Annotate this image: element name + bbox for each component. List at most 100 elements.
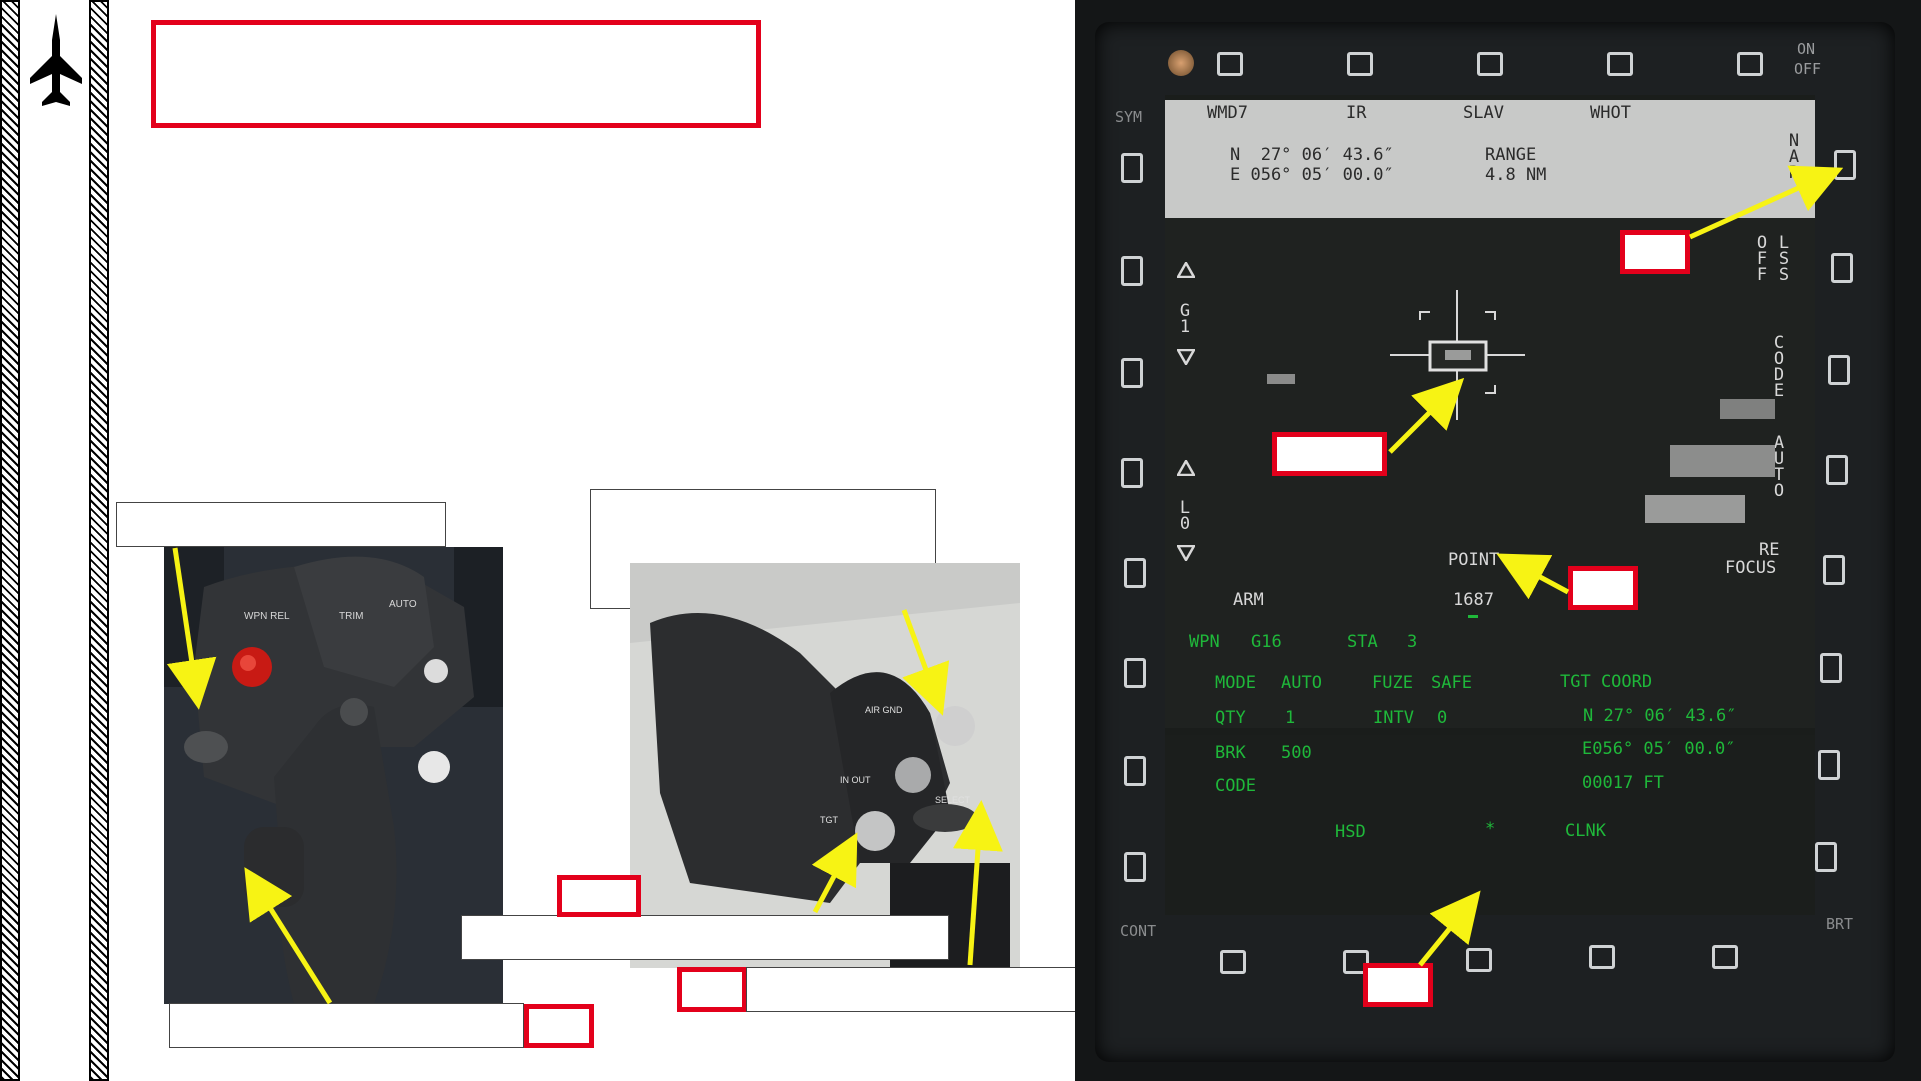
ownship-lon: E 056° 05′ 00.0″ <box>1230 165 1394 185</box>
range-value: 4.8 NM <box>1485 165 1547 185</box>
stick-airgnd-text: AIR GND <box>865 705 903 715</box>
point-label: POINT <box>1448 550 1500 570</box>
stick-tgt-text: TGT <box>820 815 838 825</box>
ownship-lat: N 27° 06′ 43.6″ <box>1230 145 1394 165</box>
sym-label: SYM <box>1115 108 1143 126</box>
code-side-label[interactable]: CODE <box>1772 335 1786 400</box>
target-vessel-1 <box>1720 399 1775 419</box>
brk-value: 500 <box>1281 743 1312 763</box>
osb-right-4[interactable] <box>1826 455 1848 485</box>
osb-left-3[interactable] <box>1121 358 1143 388</box>
off-label[interactable]: OFF <box>1755 235 1769 284</box>
knob-icon[interactable] <box>1168 50 1194 76</box>
qty-value: 1 <box>1285 708 1296 728</box>
osb-bottom-4[interactable] <box>1589 945 1615 969</box>
osb-left-6[interactable] <box>1124 658 1146 688</box>
tgt-coord-label: TGT COORD <box>1560 672 1653 692</box>
wpn-value: G16 <box>1251 632 1282 652</box>
fuze-label: FUZE <box>1372 673 1413 693</box>
left-hatch-rail <box>0 0 20 1081</box>
osb-top-3[interactable] <box>1477 52 1503 76</box>
g1-down-triangle-icon[interactable] <box>1177 349 1195 365</box>
target-vessel-small <box>1267 374 1295 384</box>
right-hatch-rail <box>89 0 109 1081</box>
osb-right-3[interactable] <box>1828 355 1850 385</box>
stick-select-text: SELECT <box>935 795 971 805</box>
jet-icon <box>30 14 82 106</box>
osb-bottom-5[interactable] <box>1712 945 1738 969</box>
osb-top-1[interactable] <box>1217 52 1243 76</box>
osb-left-2[interactable] <box>1121 256 1143 286</box>
off-label: OFF <box>1794 60 1822 78</box>
tgt-lon: E056° 05′ 00.0″ <box>1582 739 1736 759</box>
arm-label[interactable]: ARM <box>1233 590 1264 610</box>
osb-right-1[interactable] <box>1834 150 1856 180</box>
refocus-label-2[interactable]: FOCUS <box>1725 558 1776 578</box>
sta-label: STA <box>1347 632 1378 652</box>
intv-label: INTV <box>1373 708 1414 728</box>
on-label: ON <box>1797 40 1816 58</box>
intv-value: 0 <box>1437 708 1448 728</box>
osb-left-4[interactable] <box>1121 458 1143 488</box>
brt-label: BRT <box>1826 915 1854 933</box>
nar-label[interactable]: NAR <box>1787 133 1801 182</box>
throttle-photo: WPN REL TRIM AUTO <box>164 547 503 1004</box>
throttle-trim-text: TRIM <box>339 611 363 622</box>
star-label[interactable]: * <box>1485 819 1495 839</box>
throttle-caption-box <box>116 502 446 547</box>
l0-up-triangle-icon[interactable] <box>1177 460 1195 476</box>
lss-label[interactable]: LSS <box>1777 235 1791 284</box>
hsd-label[interactable]: HSD <box>1335 822 1366 842</box>
nar-callout <box>1620 230 1690 274</box>
osb-right-8[interactable] <box>1815 842 1837 872</box>
osb-right-2[interactable] <box>1831 253 1853 283</box>
osb-bottom-1[interactable] <box>1220 950 1246 974</box>
fuze-value: SAFE <box>1431 673 1472 693</box>
l0-label[interactable]: L0 <box>1178 500 1192 533</box>
osb-left-5[interactable] <box>1124 558 1146 588</box>
wmd7-label[interactable]: WMD7 <box>1207 103 1248 123</box>
osb-top-4[interactable] <box>1607 52 1633 76</box>
wpn-label: WPN <box>1189 632 1220 652</box>
range-label: RANGE <box>1485 145 1537 165</box>
tgt-lat: N 27° 06′ 43.6″ <box>1583 706 1737 726</box>
osb-bottom-3[interactable] <box>1466 948 1492 972</box>
throttle-wpnrel-text: WPN REL <box>244 611 290 622</box>
title-callout-box <box>151 20 761 128</box>
ir-label[interactable]: IR <box>1346 103 1366 123</box>
cont-label: CONT <box>1120 922 1157 940</box>
g1-up-triangle-icon[interactable] <box>1177 262 1195 278</box>
throttle-bottom-caption-box <box>169 1003 524 1048</box>
stick-inout-text: IN OUT <box>840 775 871 785</box>
osb-top-2[interactable] <box>1347 52 1373 76</box>
osb-left-1[interactable] <box>1121 153 1143 183</box>
throttle-auto-text: AUTO <box>389 599 417 610</box>
osb-right-5[interactable] <box>1823 555 1845 585</box>
osb-right-7[interactable] <box>1818 750 1840 780</box>
osb-left-7[interactable] <box>1124 756 1146 786</box>
target-vessel-2 <box>1670 445 1775 477</box>
osb-top-5[interactable] <box>1737 52 1763 76</box>
osb-right-6[interactable] <box>1820 653 1842 683</box>
tgt-alt: 00017 FT <box>1582 773 1664 793</box>
refocus-label-1[interactable]: RE <box>1759 540 1779 560</box>
mode-label: MODE <box>1215 673 1256 693</box>
laser-code-label: 1687 <box>1453 590 1494 610</box>
whot-label[interactable]: WHOT <box>1590 103 1631 123</box>
clnk-label[interactable]: CLNK <box>1565 821 1606 841</box>
osb-left-8[interactable] <box>1124 852 1146 882</box>
stick-small-callout <box>557 875 641 917</box>
brk-label: BRK <box>1215 743 1246 763</box>
l0-down-triangle-icon[interactable] <box>1177 545 1195 561</box>
laser-code-marker <box>1468 615 1478 628</box>
code-label: CODE <box>1215 776 1256 796</box>
target-vessel-3 <box>1645 495 1745 523</box>
g1-label[interactable]: G1 <box>1178 303 1192 336</box>
mfd-screen: WMD7 IR SLAV WHOT N 27° 06′ 43.6″ E 056°… <box>1165 95 1815 915</box>
stick-select-callout <box>677 967 747 1012</box>
point-callout <box>1568 566 1638 610</box>
qty-label: QTY <box>1215 708 1246 728</box>
slav-label[interactable]: SLAV <box>1463 103 1504 123</box>
stick-photo: IN OUT AIR GND TGT SELECT <box>630 563 1020 968</box>
star-callout <box>1363 963 1433 1007</box>
